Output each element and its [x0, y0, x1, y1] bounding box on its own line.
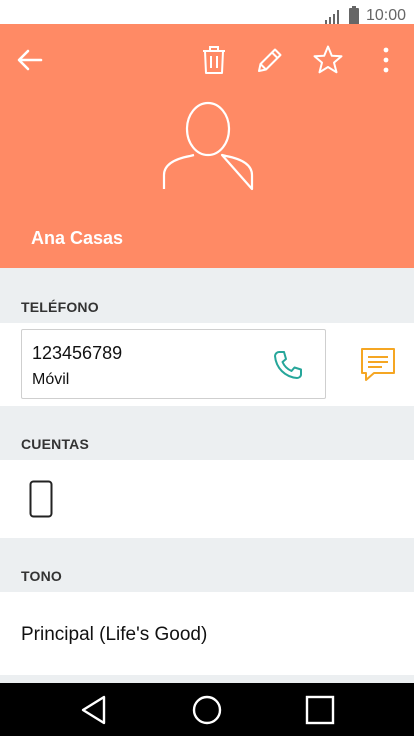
more-options-button[interactable]: [366, 40, 406, 80]
circle-home-icon[interactable]: [189, 693, 225, 727]
status-time: 10:00: [365, 7, 406, 24]
message-icon[interactable]: [356, 345, 400, 385]
arrow-back-icon: [17, 49, 43, 71]
contact-name: Ana Casas: [31, 228, 124, 248]
ringtone-section-label: TONO: [21, 568, 62, 584]
person-outline-icon: [162, 101, 254, 191]
accounts-section: [0, 460, 414, 538]
ringtone-row[interactable]: Principal (Life's Good): [0, 592, 414, 675]
accounts-section-header: CUENTAS: [0, 406, 414, 460]
navigation-bar: [0, 683, 414, 736]
phone-section-label: TELÉFONO: [21, 299, 99, 315]
phone-number-card[interactable]: 123456789 Móvil: [21, 329, 326, 399]
status-indicators: 10:00: [324, 6, 406, 26]
bottom-divider: [0, 675, 414, 683]
accounts-section-label: CUENTAS: [21, 436, 90, 452]
square-recents-icon[interactable]: [302, 693, 338, 727]
triangle-back-icon[interactable]: [77, 693, 113, 727]
signal-icon: [324, 10, 339, 24]
ringtone-section-header: TONO: [0, 538, 414, 592]
back-button[interactable]: [10, 40, 50, 80]
more-vertical-icon: [383, 47, 389, 73]
phone-number: 123456789: [32, 343, 123, 363]
phone-icon[interactable]: [271, 348, 305, 382]
delete-button[interactable]: [194, 40, 234, 80]
star-outline-icon: [313, 45, 343, 74]
contact-header: Ana Casas: [0, 24, 414, 268]
phone-type: Móvil: [32, 371, 70, 388]
battery-icon: [348, 6, 359, 25]
favorite-button[interactable]: [308, 40, 348, 80]
ringtone-value: Principal (Life's Good): [21, 624, 208, 645]
edit-button[interactable]: [250, 40, 290, 80]
trash-icon: [203, 46, 225, 74]
pencil-icon: [258, 48, 282, 72]
phone-device-icon: [29, 480, 53, 518]
contact-details-screen: 10:00 Ana Casas TELÉFONO 123456789 Móvil…: [0, 0, 414, 736]
phone-section: 123456789 Móvil: [0, 323, 414, 406]
phone-section-header: TELÉFONO: [0, 268, 414, 323]
